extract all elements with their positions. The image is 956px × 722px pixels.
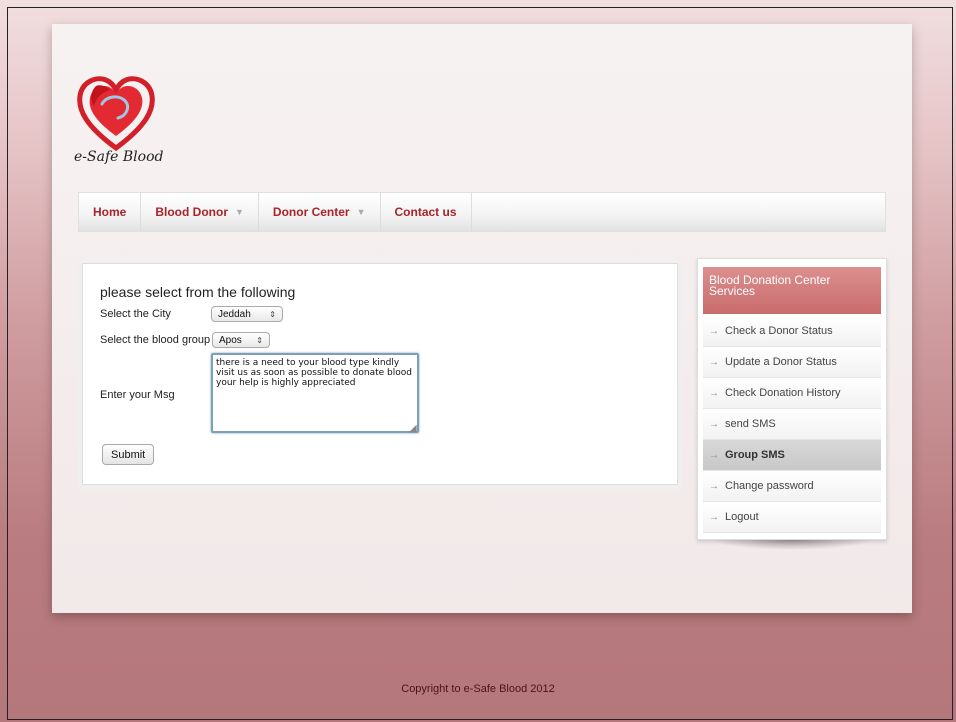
nav-home[interactable]: Home (79, 192, 142, 232)
sidebar-title: Blood Donation Center Services (703, 267, 881, 314)
arrow-right-icon: → (709, 387, 719, 399)
sms-form-panel: please select from the following Select … (78, 259, 682, 489)
main-nav: Home Blood Donor ▼ Donor Center ▼ Contact … (78, 192, 886, 232)
resize-grip-icon[interactable]: ◢ (409, 423, 417, 434)
nav-donor-center-label: Donor Center (272, 205, 350, 219)
sidebar-item-label: Check a Donor Status (725, 325, 833, 337)
form-title: please select from the following (100, 284, 296, 300)
sidebar-item-check-donor-status[interactable]: → Check a Donor Status (703, 316, 881, 347)
sidebar-item-label: Group SMS (725, 449, 785, 461)
heart-logo-icon (77, 76, 155, 152)
msg-textarea[interactable]: there is a need to your blood type kindl… (211, 353, 419, 433)
arrow-right-icon: → (709, 325, 719, 337)
nav-home-label: Home (93, 205, 127, 219)
sidebar-shadow (712, 540, 872, 550)
city-select-value: Jeddah (218, 308, 251, 320)
sidebar-menu: → Check a Donor Status → Update a Donor St… (703, 316, 881, 533)
footer-copyright: Copyright to e-Safe Blood 2012 (401, 683, 555, 695)
submit-button[interactable]: Submit (102, 444, 155, 465)
arrow-right-icon: → (709, 356, 719, 368)
arrow-right-icon: → (709, 480, 719, 492)
blood-group-select[interactable]: Apos ⇕ (212, 332, 270, 348)
sms-form: please select from the following Select … (82, 263, 678, 485)
sidebar-item-change-password[interactable]: → Change password (703, 471, 881, 502)
nav-contact-us-label: Contact us (394, 205, 457, 219)
city-label: Select the City (100, 308, 171, 320)
arrow-right-icon: → (709, 511, 719, 523)
nav-blood-donor[interactable]: Blood Donor ▼ (141, 192, 259, 232)
services-sidebar: Blood Donation Center Services → Check a … (697, 258, 887, 540)
sidebar-item-label: send SMS (725, 418, 776, 430)
msg-label: Enter your Msg (100, 389, 175, 401)
chevron-down-icon: ▼ (356, 207, 366, 217)
sidebar-item-logout[interactable]: → Logout (703, 502, 881, 533)
chevron-down-icon: ▼ (235, 207, 244, 217)
blood-group-label: Select the blood group (100, 334, 211, 346)
sidebar-item-group-sms[interactable]: → Group SMS (703, 440, 881, 471)
arrow-right-icon: → (709, 418, 719, 430)
sidebar-item-label: Change password (725, 480, 814, 492)
sidebar-item-send-sms[interactable]: → send SMS (703, 409, 881, 440)
sidebar-item-label: Update a Donor Status (725, 356, 837, 368)
sidebar-item-check-donation-history[interactable]: → Check Donation History (703, 378, 881, 409)
sidebar-item-label: Logout (725, 511, 759, 523)
page-container: e-Safe Blood Home Blood Donor ▼ Donor Cen… (52, 24, 912, 613)
arrow-right-icon: → (709, 449, 719, 461)
select-arrows-icon: ⇕ (256, 335, 263, 345)
site-logo[interactable]: e-Safe Blood (74, 74, 184, 174)
select-arrows-icon: ⇕ (269, 309, 276, 319)
blood-group-select-value: Apos (219, 334, 242, 346)
nav-blood-donor-label: Blood Donor (155, 205, 228, 219)
sidebar-item-update-donor-status[interactable]: → Update a Donor Status (703, 347, 881, 378)
logo-text: e-Safe Blood (74, 149, 164, 165)
city-select[interactable]: Jeddah ⇕ (211, 306, 283, 322)
sidebar-item-label: Check Donation History (725, 387, 841, 399)
nav-contact-us[interactable]: Contact us (381, 192, 472, 232)
nav-donor-center[interactable]: Donor Center ▼ (259, 192, 381, 232)
